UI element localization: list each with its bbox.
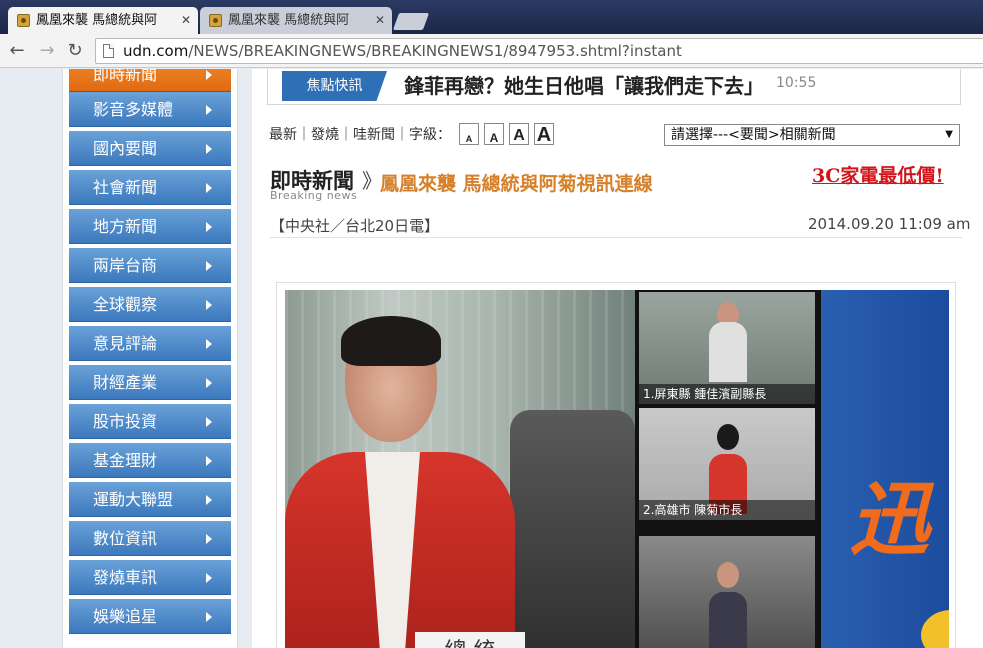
double-chevron-icon: 》 <box>362 169 382 193</box>
sidebar-item-breaking-news[interactable]: 即時新聞 <box>69 69 231 92</box>
ticker-time: 10:55 <box>776 75 817 91</box>
sidebar-item-multimedia[interactable]: 影音多媒體 <box>69 92 231 127</box>
sidebar-item-entertainment[interactable]: 娛樂追星 <box>69 599 231 634</box>
browser-tab-bar: 鳳凰來襲 馬總統與阿 ✕ 鳳凰來襲 馬總統與阿 ✕ <box>0 0 983 34</box>
article-datetime: 2014.09.20 11:09 am <box>808 215 971 233</box>
dropdown-caret-icon: ▼ <box>945 129 953 140</box>
tab-title: 鳳凰來襲 馬總統與阿 <box>228 13 350 28</box>
article-title: 鳳凰來襲 馬總統與阿菊視訊連線 <box>380 173 653 195</box>
sidebar-item-opinion[interactable]: 意見評論 <box>69 326 231 361</box>
new-tab-button[interactable] <box>392 13 430 30</box>
page-icon <box>103 44 114 58</box>
address-bar[interactable]: udn.com/NEWS/BREAKINGNEWS/BREAKINGNEWS1/… <box>95 38 983 64</box>
arrow-right-icon <box>206 534 212 544</box>
sidebar-item-sports[interactable]: 運動大聯盟 <box>69 482 231 517</box>
sidebar-item-finance[interactable]: 財經產業 <box>69 365 231 400</box>
main-content: 焦點快訊 鋒菲再戀？她生日他唱「讓我們走下去」 10:55 最新｜發燒｜哇新聞｜… <box>252 69 983 648</box>
photo-video-screens: 1.屏東縣 鍾佳濱副縣長 2.高雄市 陳菊市長 <box>635 290 821 648</box>
sidebar-item-global[interactable]: 全球觀察 <box>69 287 231 322</box>
ticker-headline-link[interactable]: 鋒菲再戀？她生日他唱「讓我們走下去」 <box>404 70 764 99</box>
browser-tab-active[interactable]: 鳳凰來襲 馬總統與阿 ✕ <box>8 7 198 34</box>
forward-arrow-icon[interactable]: → <box>36 40 58 62</box>
url-text: udn.com/NEWS/BREAKINGNEWS/BREAKINGNEWS1/… <box>123 42 682 60</box>
article-byline: 【中央社／台北20日電】 <box>270 217 440 235</box>
article-photo[interactable]: 總 統 1.屏東縣 鍾佳濱副縣長 2.高雄市 陳菊市長 <box>285 290 949 648</box>
web-page: 即時新聞 影音多媒體 國內要聞 社會新聞 地方新聞 兩岸台商 全球觀察 意見評論… <box>0 69 983 648</box>
photo-person: 總 統 <box>285 316 545 648</box>
site-favicon-icon <box>209 14 222 27</box>
section-subtitle: Breaking news <box>270 189 358 202</box>
site-favicon-icon <box>17 14 30 27</box>
sidebar-item-digital[interactable]: 數位資訊 <box>69 521 231 556</box>
reload-icon[interactable]: ↻ <box>64 40 86 62</box>
arrow-right-icon <box>206 495 212 505</box>
browser-toolbar: ← → ↻ udn.com/NEWS/BREAKINGNEWS/BREAKING… <box>0 34 983 68</box>
arrow-right-icon <box>206 300 212 310</box>
related-news-select[interactable]: 請選擇---<要聞>相關新聞 ▼ <box>664 124 960 146</box>
sidebar-item-domestic[interactable]: 國內要聞 <box>69 131 231 166</box>
article-photo-frame: 總 統 1.屏東縣 鍾佳濱副縣長 2.高雄市 陳菊市長 <box>276 282 956 648</box>
arrow-right-icon <box>206 105 212 115</box>
arrow-right-icon <box>206 144 212 154</box>
font-size-large-button[interactable]: A <box>509 123 529 145</box>
arrow-right-icon <box>206 339 212 349</box>
screen-caption: 1.屏東縣 鍾佳濱副縣長 <box>639 384 815 404</box>
sidebar-item-local[interactable]: 地方新聞 <box>69 209 231 244</box>
sidebar-item-stocks[interactable]: 股市投資 <box>69 404 231 439</box>
sidebar-item-cars[interactable]: 發燒車訊 <box>69 560 231 595</box>
video-screen: 2.高雄市 陳菊市長 <box>639 408 815 520</box>
font-size-small-button[interactable]: A <box>459 123 479 145</box>
video-screen: 1.屏東縣 鍾佳濱副縣長 <box>639 292 815 404</box>
video-screen <box>639 536 815 648</box>
arrow-right-icon <box>206 612 212 622</box>
sidebar-item-society[interactable]: 社會新聞 <box>69 170 231 205</box>
tab-title: 鳳凰來襲 馬總統與阿 <box>36 13 158 28</box>
arrow-right-icon <box>206 261 212 271</box>
arrow-right-icon <box>206 417 212 427</box>
tab-close-icon[interactable]: ✕ <box>375 7 385 34</box>
news-ticker: 焦點快訊 鋒菲再戀？她生日他唱「讓我們走下去」 10:55 <box>267 69 961 105</box>
photo-banner: 迅 <box>821 290 949 648</box>
font-size-medium-button[interactable]: A <box>484 123 504 145</box>
arrow-right-icon <box>206 456 212 466</box>
sidebar-item-cross-strait[interactable]: 兩岸台商 <box>69 248 231 283</box>
ticker-label: 焦點快訊 <box>282 71 387 101</box>
arrow-right-icon <box>206 222 212 232</box>
tab-close-icon[interactable]: ✕ <box>181 7 191 34</box>
photo-nameplate: 總 統 <box>415 632 525 648</box>
font-size-xlarge-button[interactable]: A <box>534 123 554 146</box>
arrow-right-icon <box>206 183 212 193</box>
arrow-right-icon <box>206 70 212 80</box>
screen-caption: 2.高雄市 陳菊市長 <box>639 500 815 520</box>
sidebar-item-funds[interactable]: 基金理財 <box>69 443 231 478</box>
article-tools[interactable]: 最新｜發燒｜哇新聞｜字級： <box>269 124 451 144</box>
promo-link[interactable]: 3C家電最低價! <box>812 161 944 188</box>
browser-tab[interactable]: 鳳凰來襲 馬總統與阿 ✕ <box>200 7 392 34</box>
arrow-right-icon <box>206 573 212 583</box>
arrow-right-icon <box>206 378 212 388</box>
back-arrow-icon[interactable]: ← <box>6 40 28 62</box>
divider <box>270 237 962 238</box>
